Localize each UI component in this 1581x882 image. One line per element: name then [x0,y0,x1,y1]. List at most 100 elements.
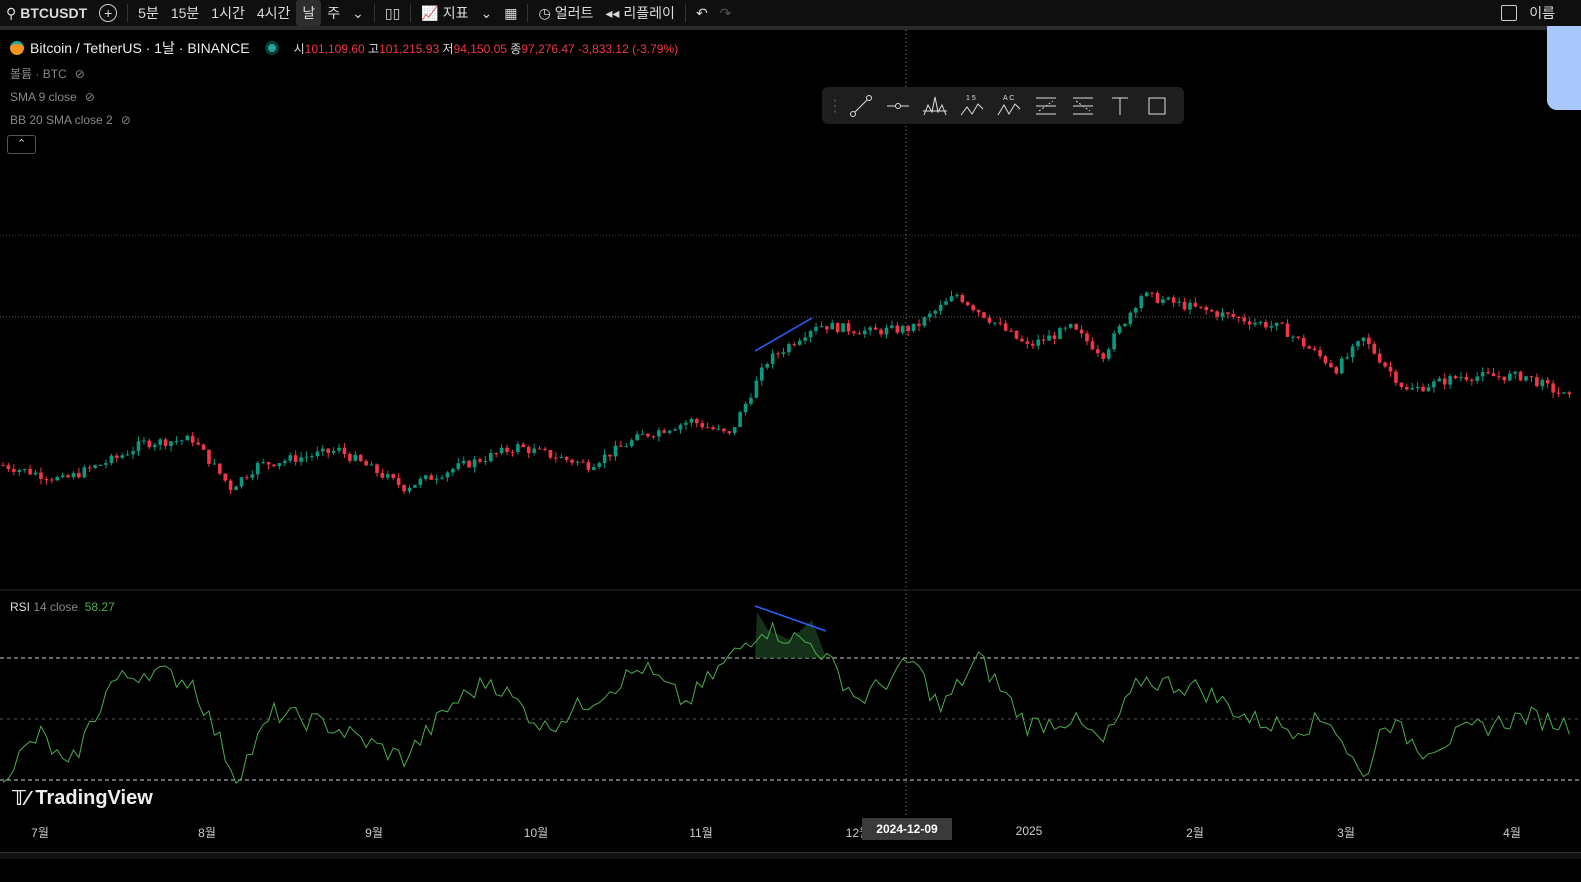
candle-body [1036,339,1041,346]
candle-body [1123,323,1127,327]
candle-body [1372,343,1377,354]
candle-body [754,380,759,398]
candle-body [440,477,444,479]
symbol-search[interactable]: ⚲ BTCUSDT [0,0,93,26]
candle-body [819,326,824,328]
trend-line-tool[interactable] [842,87,879,124]
interval-1d[interactable]: 날 [296,0,322,26]
alarm-clock-icon: ◷ [538,4,551,21]
drag-handle-icon[interactable]: ⋮ [827,87,843,124]
pattern-tool[interactable] [916,87,953,124]
candle-body [938,304,943,311]
candle-body [131,451,135,455]
interval-4h[interactable]: 4시간 [251,0,297,26]
candle-body [928,313,932,318]
fib-extension-tool[interactable] [1064,87,1101,124]
candle-body [922,317,927,326]
compare-button[interactable]: + [93,0,123,26]
interval-15m[interactable]: 15분 [165,0,205,26]
eye-off-icon[interactable]: ⊘ [121,113,131,127]
candle-body [1063,327,1068,329]
candle-body [169,441,173,447]
fib-retracement-tool[interactable] [1027,87,1064,124]
x-axis-tick: 8월 [198,826,216,840]
layout-name[interactable]: 이름 [1523,0,1561,26]
candle-body [207,449,211,464]
indicator-sma[interactable]: SMA 9 close ⊘ [10,89,678,104]
candle-body [174,440,179,442]
candle-body [1009,330,1013,332]
indicator-bb[interactable]: BB 20 SMA close 2 ⊘ [10,112,678,127]
indicators-dropdown[interactable]: ⌄ [475,0,499,26]
x-axis-tick: 2월 [1186,826,1204,840]
candle-body [1377,353,1382,363]
tradingview-logo[interactable]: 𝕋⁄ TradingView [12,786,153,811]
candle-body [272,464,276,467]
interval-dropdown[interactable]: ⌄ [346,0,370,26]
candle-body [1193,302,1198,307]
indicator-label: SMA 9 close [10,89,77,104]
x-axis-tick: 3월 [1337,826,1355,840]
candle-body [722,428,726,432]
collapse-legend-button[interactable]: ⌃ [7,135,36,154]
candle-body [732,427,737,434]
x-axis-tick: 10월 [523,826,549,840]
candle-body [890,325,894,328]
candle-body [1079,329,1084,334]
redo-button[interactable]: ↷ [714,0,738,26]
candle-body [1264,321,1268,328]
chart-canvas[interactable] [0,30,1581,882]
indicator-volume[interactable]: 볼륨 · BTC ⊘ [10,66,678,82]
candle-body [185,435,190,441]
candle-body [879,329,883,335]
interval-5m[interactable]: 5분 [132,0,165,26]
rsi-legend[interactable]: RSI 14 close 58.27 [10,600,115,614]
candle-body [1128,312,1133,324]
candle-body [505,447,509,452]
candle-body [971,305,975,310]
candle-body [1231,313,1236,317]
layouts-button[interactable]: ▦ [498,0,523,26]
indicators-button[interactable]: 📈 지표 [415,0,474,26]
alert-button[interactable]: ◷ 얼러트 [532,0,599,26]
candle-body [960,295,965,303]
elliott-wave-tool[interactable]: 1 5 [953,87,990,124]
candle-body [705,427,710,429]
candle-body [1480,372,1485,377]
candle-body [1442,378,1447,385]
candle-body [1101,353,1106,359]
abc-pattern-tool[interactable]: A C [990,87,1027,124]
candle-body [624,446,629,448]
interval-1w[interactable]: 주 [321,0,346,26]
eye-off-icon[interactable]: ⊘ [75,67,85,81]
horizontal-ray-tool[interactable] [879,87,916,124]
candle-body [142,440,146,442]
candle-body [190,435,195,443]
candle-body [1204,307,1209,311]
candle-body [1058,328,1062,339]
candle-body [1453,376,1458,379]
high-label: 고 [368,41,380,56]
tv-logo-icon: 𝕋⁄ [12,788,30,810]
candle-body [218,463,222,474]
candle-body [109,455,114,464]
replay-button[interactable]: ◂◂ 리플레이 [599,0,681,26]
eye-off-icon[interactable]: ⊘ [85,90,95,104]
candle-body [581,461,585,463]
text-tool[interactable] [1101,87,1138,124]
chart-type-button[interactable]: ▯▯ [379,0,406,26]
top-toolbar: ⚲ BTCUSDT + 5분 15분 1시간 4시간 날 주 ⌄ ▯▯ 📈 지표 ⌄… [0,0,1581,30]
candle-body [635,434,639,441]
candle-body [1497,376,1501,378]
rectangle-tool[interactable] [1138,87,1175,124]
candle-body [1220,312,1225,317]
candle-body [554,457,558,459]
interval-1h[interactable]: 1시간 [205,0,251,26]
candle-body [1513,371,1517,374]
symbol-title[interactable]: Bitcoin / TetherUS · 1날 · BINANCE [30,38,250,58]
candle-body [895,325,900,333]
undo-button[interactable]: ↶ [690,0,714,26]
layout-checkbox[interactable] [1495,0,1523,26]
candle-body [28,469,32,475]
candle-body [1215,311,1219,317]
